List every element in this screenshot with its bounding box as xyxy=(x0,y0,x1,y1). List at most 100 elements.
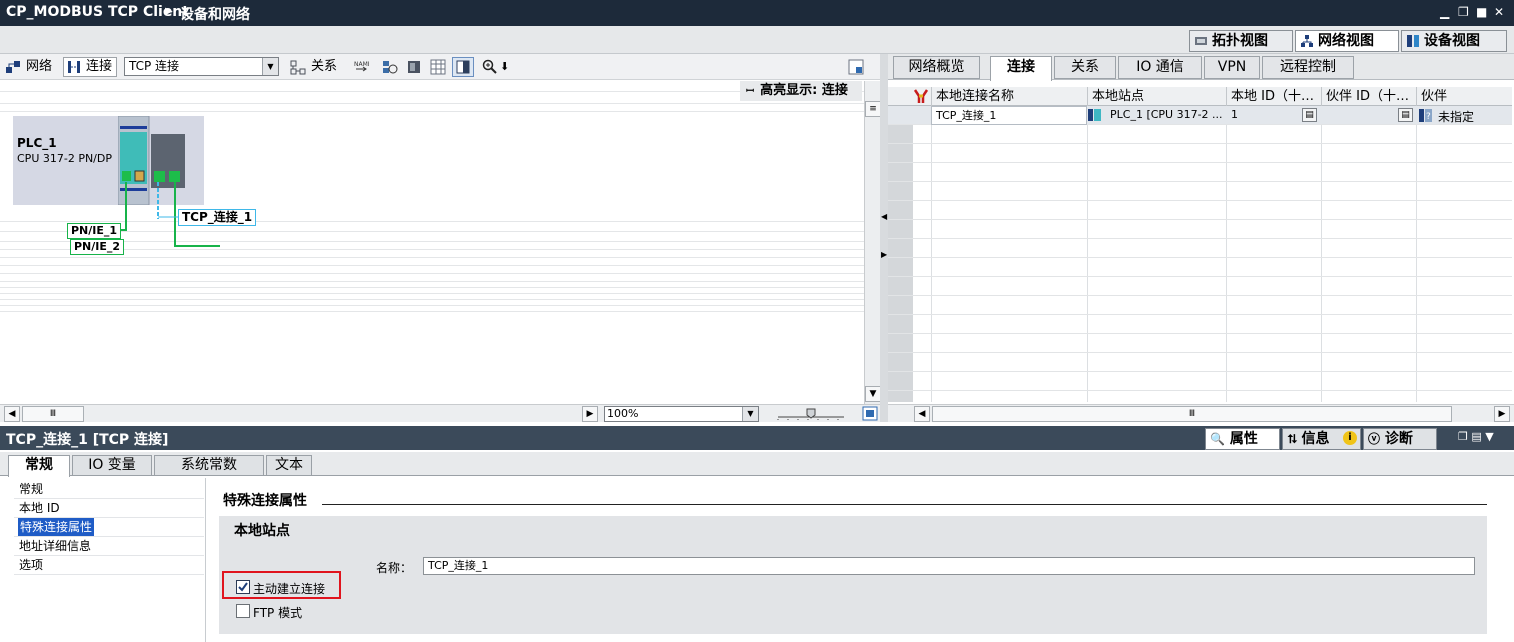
scroll-left-icon[interactable]: ◀ xyxy=(4,406,20,422)
connection-name-field[interactable]: TCP_连接_1 xyxy=(423,557,1475,575)
ftp-mode-checkbox[interactable] xyxy=(236,604,250,618)
highlight-connections-label[interactable]: ꟷ 高亮显示: 连接 xyxy=(740,81,862,101)
tab-system-constants[interactable]: 系统常数 xyxy=(154,455,264,476)
table-scroll-thumb[interactable]: Ⅲ xyxy=(932,406,1452,422)
page-icon[interactable] xyxy=(406,59,422,75)
inspector-title: TCP_连接_1 [TCP 连接] xyxy=(6,432,169,448)
chevron-down-icon[interactable]: ▼ xyxy=(742,407,758,421)
zoom-dropdown-icon[interactable]: ⬇ xyxy=(500,57,509,77)
network-view-label: 网络视图 xyxy=(1318,33,1374,49)
canvas-vertical-scrollbar[interactable]: ≡ ▼ xyxy=(864,81,881,404)
partner-id-picker-icon[interactable]: ▤ xyxy=(1398,108,1413,122)
properties-tab-label: 属性 xyxy=(1229,431,1258,447)
device-view-button[interactable]: 设备视图 xyxy=(1401,30,1507,52)
scroll-left-icon[interactable]: ◀ xyxy=(914,406,930,422)
minimize-icon[interactable]: ▁ xyxy=(1440,5,1449,19)
network-icon[interactable] xyxy=(5,59,21,75)
pane-splitter[interactable]: ◀ ▶ xyxy=(880,54,888,422)
network-view-button[interactable]: 网络视图 xyxy=(1295,30,1399,52)
subnet-label-1[interactable]: PN/IE_1 xyxy=(67,223,122,239)
float-window-icon[interactable]: ❐ ▤ ▼ xyxy=(1458,430,1494,443)
tab-connections[interactable]: 连接 xyxy=(990,56,1052,81)
zoom-select[interactable]: 100% ▼ xyxy=(604,406,759,422)
relations-button-label[interactable]: 关系 xyxy=(311,57,337,77)
restore-icon[interactable]: ❐ xyxy=(1458,5,1469,19)
horizontal-scroll-thumb[interactable]: Ⅲ xyxy=(22,406,84,422)
connections-button[interactable]: 连接 xyxy=(63,57,117,77)
tab-io-communication[interactable]: IO 通信 xyxy=(1118,56,1202,79)
col-partner[interactable]: 伙伴 xyxy=(1416,87,1512,106)
address-icon[interactable] xyxy=(382,59,398,75)
connection-name-cell[interactable]: TCP_连接_1 xyxy=(931,106,1087,125)
chevron-down-icon[interactable]: ▼ xyxy=(262,58,278,75)
tab-network-overview[interactable]: 网络概览 xyxy=(893,56,980,79)
tcp-connection-label[interactable]: TCP_连接_1 xyxy=(178,209,257,226)
tab-remote-control[interactable]: 远程控制 xyxy=(1262,56,1354,79)
svg-text:NAME: NAME xyxy=(354,61,369,68)
col-local-id[interactable]: 本地 ID（十… xyxy=(1226,87,1321,106)
inspector-tab-diagnostics[interactable]: ⓥ 诊断 xyxy=(1363,428,1437,450)
property-tabs: 常规 IO 变量 系统常数 文本 xyxy=(0,452,1514,477)
local-id-cell[interactable]: 1 xyxy=(1231,108,1238,121)
table-row[interactable]: TCP_连接_1 PLC_1 [CPU 317-2 ... 1 ▤ ▤ ? 未指… xyxy=(888,106,1512,125)
active-connection-label[interactable]: 主动建立连接 xyxy=(253,580,325,597)
topology-view-button[interactable]: 拓扑视图 xyxy=(1189,30,1293,52)
grid-icon[interactable] xyxy=(430,59,446,75)
view-switch-bar: 拓扑视图 网络视图 设备视图 xyxy=(0,26,1514,54)
inspector-tab-properties[interactable]: 🔍 属性 xyxy=(1205,428,1280,450)
network-toolbar: 网络 连接 TCP 连接 ▼ 关系 NAME ⬇ xyxy=(0,54,880,80)
table-icon xyxy=(456,60,470,74)
local-id-picker-icon[interactable]: ▤ xyxy=(1302,108,1317,122)
zoom-slider[interactable] xyxy=(776,407,846,421)
scroll-down-icon[interactable]: ▼ xyxy=(865,386,881,402)
filter-icon[interactable] xyxy=(913,89,929,104)
collapse-right-icon[interactable]: ▶ xyxy=(881,250,887,259)
ftp-mode-label[interactable]: FTP 模式 xyxy=(253,604,302,621)
network-canvas[interactable]: ꟷ 高亮显示: 连接 PLC_1 CPU 317-2 PN/DP TCP_连接_1… xyxy=(0,81,864,404)
device-view-label: 设备视图 xyxy=(1424,33,1480,49)
tab-relations[interactable]: 关系 xyxy=(1054,56,1116,79)
connection-type-select[interactable]: TCP 连接 ▼ xyxy=(124,57,279,76)
partner-cell[interactable]: 未指定 xyxy=(1438,108,1474,125)
plc-icon xyxy=(1088,109,1101,121)
fit-view-icon[interactable] xyxy=(862,406,878,421)
svg-text:?: ? xyxy=(1426,112,1431,122)
network-icon xyxy=(1301,35,1313,47)
col-local-station[interactable]: 本地站点 xyxy=(1087,87,1226,106)
col-local-connection-name[interactable]: 本地连接名称 xyxy=(931,87,1087,106)
scroll-right-icon[interactable]: ▶ xyxy=(1494,406,1510,422)
local-station-cell[interactable]: PLC_1 [CPU 317-2 ... xyxy=(1110,108,1223,121)
inspector-tab-info[interactable]: ⮁ 信息 i xyxy=(1282,428,1361,450)
zoom-icon[interactable] xyxy=(482,59,498,75)
tab-general[interactable]: 常规 xyxy=(8,455,70,477)
zoom-value: 100% xyxy=(607,407,639,420)
connections-label: 连接 xyxy=(86,59,113,74)
properties-icon: 🔍 xyxy=(1210,432,1225,446)
col-partner-id[interactable]: 伙伴 ID（十… xyxy=(1321,87,1416,106)
nav-item-options[interactable]: 选项 xyxy=(19,556,43,574)
title-bar: CP_MODBUS TCP Client ▶ 设备和网络 ▁ ❐ ■ ✕ xyxy=(0,0,1514,26)
collapse-left-icon[interactable]: ◀ xyxy=(881,212,887,221)
overview-icon[interactable] xyxy=(848,59,864,75)
active-connection-checkbox[interactable] xyxy=(236,580,250,594)
scroll-right-icon[interactable]: ▶ xyxy=(582,406,598,422)
name-icon[interactable]: NAME xyxy=(353,59,369,75)
nav-item-special-connection-properties[interactable]: 特殊连接属性 xyxy=(18,518,95,536)
scroll-menu-icon[interactable]: ≡ xyxy=(865,101,881,117)
table-horizontal-scrollbar[interactable]: ◀ Ⅲ ▶ xyxy=(888,404,1514,422)
tab-texts[interactable]: 文本 xyxy=(266,455,312,476)
group-title: 本地站点 xyxy=(234,523,290,539)
table-view-toggle[interactable] xyxy=(452,57,474,77)
tab-vpn[interactable]: VPN xyxy=(1204,56,1260,79)
close-icon[interactable]: ✕ xyxy=(1494,5,1504,19)
nav-item-address-details[interactable]: 地址详细信息 xyxy=(19,537,91,555)
network-button-label[interactable]: 网络 xyxy=(26,57,52,77)
nav-item-local-id[interactable]: 本地 ID xyxy=(19,499,60,517)
subnet-label-2[interactable]: PN/IE_2 xyxy=(70,239,125,255)
maximize-icon[interactable]: ■ xyxy=(1476,5,1487,19)
local-station-group: 本地站点 名称： TCP_连接_1 主动建立连接 FTP 模式 xyxy=(219,516,1487,634)
relations-icon[interactable] xyxy=(290,59,306,75)
tab-io-tags[interactable]: IO 变量 xyxy=(72,455,152,476)
project-title: CP_MODBUS TCP Client xyxy=(6,4,189,20)
nav-item-general[interactable]: 常规 xyxy=(19,480,43,498)
